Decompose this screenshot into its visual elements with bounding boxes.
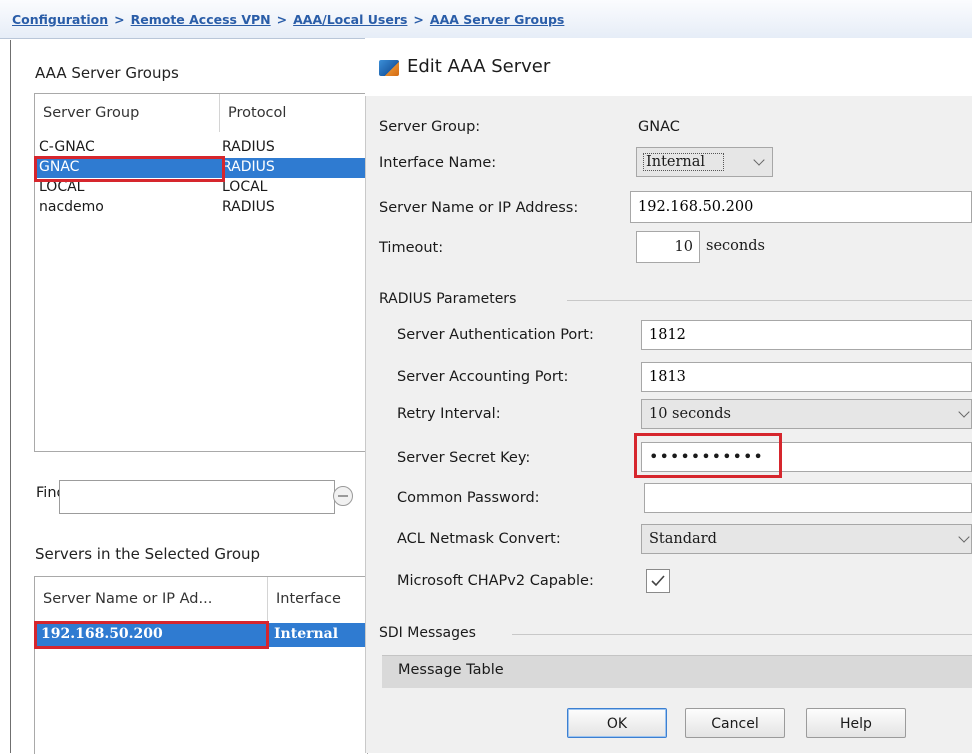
help-button[interactable]: Help [806, 708, 906, 738]
dialog-title: Edit AAA Server [407, 56, 551, 77]
retry-interval-label: Retry Interval: [397, 406, 501, 422]
breadcrumb-bar: Configuration > Remote Access VPN > AAA/… [0, 0, 972, 39]
protocol-cell: RADIUS [222, 199, 275, 215]
breadcrumb-aaa-server-groups[interactable]: AAA Server Groups [430, 12, 564, 27]
chap-capable-checkbox[interactable] [646, 569, 670, 593]
server-group-label: Server Group: [379, 119, 481, 135]
protocol-cell: RADIUS [222, 159, 275, 175]
column-header-server-group[interactable]: Server Group [35, 94, 220, 132]
breadcrumb-remote-access-vpn[interactable]: Remote Access VPN [131, 12, 271, 27]
server-groups-table: Server Group Protocol C-GNAC RADIUS GNAC… [34, 93, 368, 452]
message-table-label: Message Table [398, 662, 504, 678]
group-divider [512, 634, 972, 635]
clear-find-icon[interactable] [333, 486, 353, 506]
left-pane: AAA Server Groups Server Group Protocol … [10, 40, 368, 754]
server-group-cell: C-GNAC [39, 139, 95, 155]
chevron-down-icon [958, 406, 970, 418]
protocol-cell: LOCAL [222, 179, 268, 195]
acl-netmask-select[interactable]: Standard [641, 524, 972, 554]
server-edit-icon [379, 60, 399, 76]
breadcrumb-separator: > [276, 12, 288, 27]
breadcrumb-separator: > [114, 12, 125, 27]
interface-name-value: Internal [642, 153, 725, 171]
interface-name-label: Interface Name: [379, 155, 497, 171]
retry-interval-select[interactable]: 10 seconds [641, 399, 972, 429]
timeout-unit: seconds [706, 238, 765, 254]
highlight-box [34, 156, 225, 182]
edit-aaa-server-dialog [365, 38, 972, 753]
server-name-input[interactable] [630, 191, 972, 223]
checkmark-icon [651, 575, 665, 587]
auth-port-input[interactable] [641, 320, 972, 350]
acl-netmask-value: Standard [649, 531, 717, 547]
radius-parameters-title: RADIUS Parameters [379, 291, 517, 307]
breadcrumb-separator: > [413, 12, 424, 27]
common-password-label: Common Password: [397, 490, 540, 506]
column-header-protocol[interactable]: Protocol [220, 94, 367, 132]
timeout-label: Timeout: [379, 240, 444, 256]
table-row[interactable]: C-GNAC RADIUS [35, 138, 367, 158]
acct-port-label: Server Accounting Port: [397, 369, 569, 385]
highlight-box [34, 621, 269, 649]
common-password-input[interactable] [644, 483, 972, 513]
servers-table: Server Name or IP Ad... Interface 192.16… [34, 576, 368, 754]
timeout-value: 10 [674, 239, 693, 255]
retry-interval-value: 10 seconds [649, 406, 731, 422]
acct-port-input[interactable] [641, 362, 972, 392]
sdi-messages-title: SDI Messages [379, 625, 476, 641]
message-table-header[interactable]: Message Table [382, 655, 972, 688]
protocol-cell: RADIUS [222, 139, 275, 155]
highlight-box [634, 433, 782, 478]
server-group-value: GNAC [638, 119, 680, 135]
timeout-input[interactable]: 10 [636, 231, 700, 263]
column-header-server-name[interactable]: Server Name or IP Ad... [35, 577, 268, 621]
secret-key-label: Server Secret Key: [397, 450, 531, 466]
chevron-down-icon [753, 154, 765, 166]
column-header-interface[interactable]: Interface [268, 577, 367, 621]
auth-port-label: Server Authentication Port: [397, 327, 594, 343]
chevron-down-icon [958, 531, 970, 543]
interface-cell: Internal [274, 626, 339, 642]
acl-netmask-label: ACL Netmask Convert: [397, 531, 561, 547]
breadcrumb-aaa-local-users[interactable]: AAA/Local Users [293, 12, 407, 27]
breadcrumb-configuration[interactable]: Configuration [12, 12, 108, 27]
cancel-button[interactable]: Cancel [685, 708, 785, 738]
server-name-label: Server Name or IP Address: [379, 200, 579, 216]
interface-name-select[interactable]: Internal [636, 147, 773, 177]
ok-button[interactable]: OK [567, 708, 667, 738]
breadcrumb: Configuration > Remote Access VPN > AAA/… [12, 12, 564, 27]
find-input[interactable] [59, 480, 335, 514]
chap-capable-label: Microsoft CHAPv2 Capable: [397, 573, 594, 589]
servers-in-group-title: Servers in the Selected Group [35, 545, 261, 563]
table-row[interactable]: nacdemo RADIUS [35, 198, 367, 218]
server-group-cell: nacdemo [39, 199, 104, 215]
server-groups-title: AAA Server Groups [35, 64, 179, 82]
group-divider [567, 300, 972, 301]
